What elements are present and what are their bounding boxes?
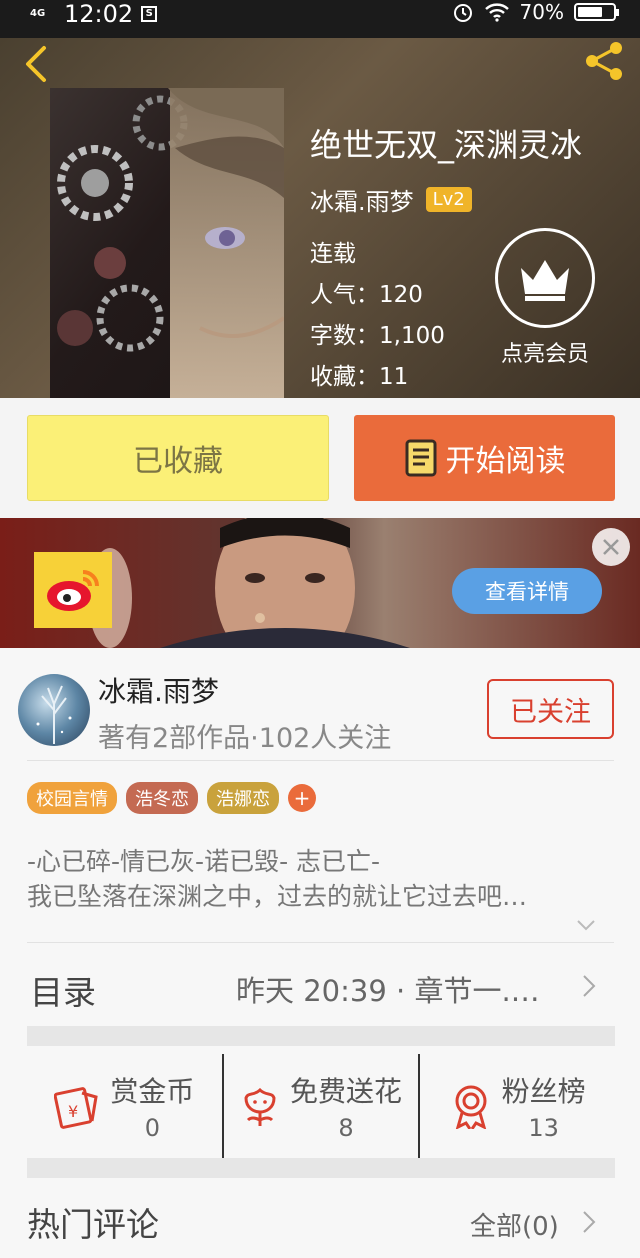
action-bar: 已收藏 开始阅读	[0, 398, 640, 518]
chevron-right-icon	[583, 975, 596, 997]
favorited-button[interactable]: 已收藏	[27, 415, 329, 501]
vip-label: 点亮会员	[500, 342, 589, 367]
toc-label: 目录	[30, 973, 96, 1012]
share-button[interactable]	[580, 38, 628, 84]
all-comments-link[interactable]: 全部(0)	[470, 1206, 559, 1243]
book-header: 绝世无双_深渊灵冰 冰霜.雨梦 Lv2 连载 人气：120 字数：1,100 收…	[0, 38, 640, 398]
start-reading-button[interactable]: 开始阅读	[354, 415, 615, 501]
stats-row: ¥ 赏金币 0 免费送花 8 粉丝榜 13	[27, 1054, 615, 1158]
red-envelope-icon: ¥	[54, 1087, 99, 1129]
cover-illustration	[50, 88, 284, 398]
alarm-icon	[453, 4, 472, 22]
add-tag-button[interactable]: +	[288, 784, 316, 812]
hot-comments-header: 热门评论 全部(0)	[0, 1178, 640, 1258]
author-card: 冰霜.雨梦 著有2部作品·102人关注 已关注 校园言情 浩冬恋 浩娜恋 + -…	[0, 648, 640, 1258]
table-of-contents-row[interactable]: 目录 昨天 20:39 · 章节一.…	[0, 944, 640, 1030]
fan-ranking-label: 粉丝榜	[501, 1075, 586, 1108]
intro-line-2: 我已坠落在深渊之中，过去的就让它过去吧…	[27, 882, 528, 911]
tag-haodong[interactable]: 浩冬恋	[126, 782, 198, 814]
crown-icon	[521, 260, 569, 301]
book-icon	[405, 439, 436, 477]
avatar[interactable]	[18, 674, 90, 746]
popularity-count: 人气：120	[310, 282, 423, 308]
battery-icon	[574, 3, 619, 21]
wifi-icon	[484, 3, 509, 22]
fan-ranking-button[interactable]: 粉丝榜 13	[418, 1054, 615, 1158]
flower-icon	[244, 1087, 276, 1126]
medal-icon	[455, 1085, 487, 1129]
intro-line-1: -心已碎-情已灰-诺已毁- 志已亡-	[27, 847, 381, 876]
ad-close-button[interactable]	[592, 528, 630, 566]
tag-campus-romance[interactable]: 校园言情	[27, 782, 117, 814]
chevron-left-icon	[26, 46, 46, 82]
word-count: 字数：1,100	[310, 323, 445, 349]
divider	[27, 942, 614, 943]
author-row: 冰霜.雨梦 Lv2	[310, 182, 472, 217]
tag-haona[interactable]: 浩娜恋	[207, 782, 279, 814]
favorites-count: 收藏：11	[310, 364, 409, 390]
followed-label: 已关注	[510, 696, 591, 728]
network-indicator: 4G	[30, 8, 46, 19]
book-detail-page: 4G 12:02 S 70% 绝世无双_深渊灵冰 冰霜.雨梦 Lv2 连载 人气…	[0, 0, 640, 1258]
hot-comments-label: 热门评论	[27, 1205, 159, 1244]
fan-ranking-value: 13	[528, 1114, 559, 1142]
reward-coins-value: 0	[144, 1114, 160, 1142]
status-bar: 4G 12:02 S 70%	[0, 0, 640, 38]
author-name[interactable]: 冰霜.雨梦	[310, 182, 414, 217]
book-title: 绝世无双_深渊灵冰	[310, 126, 583, 164]
sim-icon: S	[141, 6, 158, 22]
reward-coins-label: 赏金币	[110, 1075, 195, 1108]
ad-detail-button[interactable]: 查看详情	[452, 568, 602, 614]
section-separator	[27, 1158, 615, 1178]
avatar-image	[36, 685, 72, 744]
send-flower-button[interactable]: 免费送花 8	[221, 1054, 419, 1158]
serial-status: 连载	[310, 241, 356, 267]
followed-button[interactable]: 已关注	[487, 679, 614, 739]
send-flower-value: 8	[338, 1114, 354, 1142]
weibo-icon	[47, 570, 99, 611]
tag-list: 校园言情 浩冬恋 浩娜恋 +	[27, 782, 316, 814]
weibo-logo	[34, 552, 112, 628]
book-intro[interactable]: -心已碎-情已灰-诺已毁- 志已亡- 我已坠落在深渊之中，过去的就让它过去吧…	[27, 844, 527, 914]
vip-button[interactable]: 点亮会员	[493, 228, 597, 368]
latest-chapter: 昨天 20:39 · 章节一.…	[236, 974, 540, 1008]
reward-coins-button[interactable]: ¥ 赏金币 0	[27, 1054, 222, 1158]
divider	[27, 760, 614, 761]
close-icon	[603, 539, 619, 555]
level-badge: Lv2	[425, 187, 472, 212]
svg-text:¥: ¥	[68, 1102, 78, 1121]
battery-fill	[578, 7, 602, 17]
chevron-right-icon[interactable]	[582, 1210, 596, 1234]
status-time: 12:02	[64, 0, 134, 28]
author-card-meta: 著有2部作品·102人关注	[98, 723, 392, 754]
favorited-label: 已收藏	[133, 444, 223, 479]
section-separator	[27, 1026, 615, 1046]
ad-banner[interactable]: 查看详情	[0, 518, 640, 648]
start-reading-label: 开始阅读	[445, 444, 566, 479]
back-button[interactable]	[14, 42, 58, 86]
author-card-name[interactable]: 冰霜.雨梦	[98, 670, 219, 710]
battery-percent: 70%	[519, 0, 564, 24]
book-cover[interactable]	[50, 88, 284, 398]
share-icon	[586, 42, 622, 80]
send-flower-label: 免费送花	[290, 1075, 403, 1108]
chevron-down-icon[interactable]	[576, 918, 596, 932]
